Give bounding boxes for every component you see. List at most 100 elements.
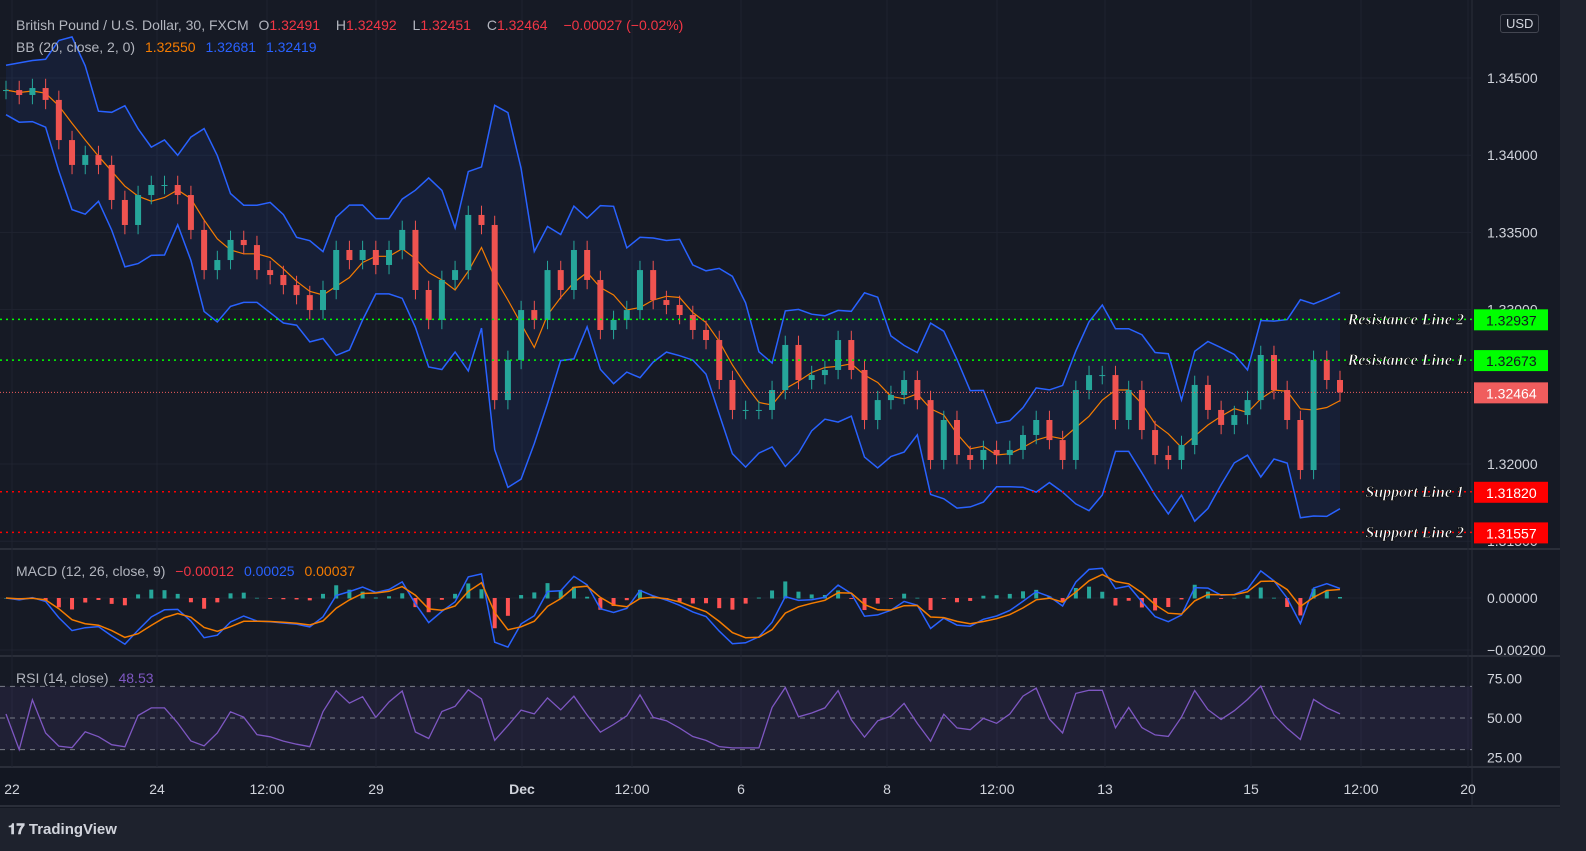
candle-body [967,455,974,460]
macd-hist-bar [836,590,841,599]
macd-hist-bar [717,598,722,609]
candle-body [544,270,551,320]
candle-body [386,250,393,265]
macd-hist-bar [1179,598,1184,600]
candle-body [1284,390,1291,420]
level-label: Support Line 2 [1365,524,1464,541]
candle-body [980,449,987,460]
candle-body [227,239,234,261]
candle-body [306,295,313,311]
candle-body [782,344,789,391]
macd-hist-bar [1232,597,1237,599]
macd-hist-bar [585,596,590,599]
candle-body [346,250,353,261]
candle-body [1323,359,1330,381]
x-tick-label: 12:00 [1343,781,1378,797]
candle-body [518,310,525,360]
macd-hist-bar [202,598,207,609]
macd-hist-bar [1087,586,1092,599]
candle-body [240,239,247,246]
tradingview-logo[interactable]: 𝟏𝟕 TradingView [8,821,117,838]
macd-hist-bar [770,590,775,599]
macd-hist-bar [1166,598,1171,608]
macd-hist-bar [1126,598,1131,601]
candle-body [703,329,710,341]
candle-body [69,140,76,165]
rsi-tick-label: 50.00 [1487,710,1522,726]
candle-body [319,289,326,311]
symbol-title: British Pound / U.S. Dollar, 30, FXCM [16,17,249,33]
chart-canvas[interactable]: 22 24 12:00 29 Dec 12:00 6 8 12:00 13 15 12:00 20 1.3… [0,0,1586,808]
macd-hist-bar [756,597,761,599]
candle-body [1086,375,1093,391]
candle-body [835,340,842,370]
macd-legend[interactable]: MACD (12, 26, close, 9) −0.00012 0.00025… [16,563,361,579]
candle-body [623,310,630,320]
candle-body [610,319,617,330]
candle-body [1244,400,1251,416]
bb-basis-value: 1.32550 [144,39,196,55]
macd-hist-bar [1324,591,1329,599]
macd-hist-bar [902,593,907,599]
change-value: −0.00027 (−0.02%) [563,17,684,33]
candle-body [1231,415,1238,425]
candle-body [729,380,736,410]
macd-hist-bar [690,598,695,604]
candle-body [29,88,36,95]
macd-hist-value: −0.00012 [175,563,235,579]
candle-body [570,250,577,290]
candle-body [1033,419,1040,435]
candle-body [795,344,802,381]
candle-body [412,229,419,290]
level-label: Resistance Line 1 [1347,352,1464,369]
candle-body [1138,390,1145,431]
candle-body [425,289,432,320]
price-tick-label: 1.34000 [1487,147,1538,163]
bb-legend[interactable]: BB (20, close, 2, 0) 1.32550 1.32681 1.3… [16,39,323,55]
price-tick-label: 1.33500 [1487,224,1538,240]
candle-body [742,409,749,411]
candle-body [1165,455,1172,460]
candle-body [689,315,696,330]
candle-body [887,394,894,401]
candle-body [1112,375,1119,420]
candle-body [1020,434,1027,450]
candle-body [3,90,9,92]
macd-hist-bar [241,592,246,599]
macd-hist-bar [70,598,75,610]
candle-body [478,214,485,225]
candle-body [359,250,366,261]
macd-tick-label: −0.00200 [1487,642,1546,658]
macd-hist-bar [109,598,114,604]
candle-body [1046,419,1053,441]
macd-hist-bar [439,598,444,600]
x-tick-label: Dec [509,781,535,797]
x-tick-label: 6 [737,781,745,797]
macd-hist-bar [624,598,629,601]
candle-body [1178,445,1185,460]
currency-button[interactable]: USD [1500,14,1540,33]
close-value: 1.32464 [496,17,548,33]
high-value: 1.32492 [346,17,397,33]
candle-body [121,199,128,225]
candle-body [148,184,155,196]
macd-hist-bar [1338,596,1342,599]
last-price-text: 1.32464 [1486,385,1537,401]
macd-hist-bar [122,598,127,606]
candle-body [267,270,274,276]
candle-body [253,245,260,271]
macd-hist-bar [1100,591,1105,599]
candle-body [1006,449,1013,456]
candle-body [1099,375,1106,377]
candle-body [650,270,657,301]
candle-body [1204,384,1211,410]
macd-hist-bar [875,598,880,604]
level-price-text: 1.32673 [1486,353,1537,369]
macd-hist-bar [796,591,801,599]
rsi-legend[interactable]: RSI (14, close) 48.53 [16,670,160,686]
brand-name: TradingView [28,821,117,838]
open-label: O [258,17,270,33]
macd-hist-bar [915,597,920,599]
candle-body [399,229,406,251]
candle-body [940,419,947,460]
